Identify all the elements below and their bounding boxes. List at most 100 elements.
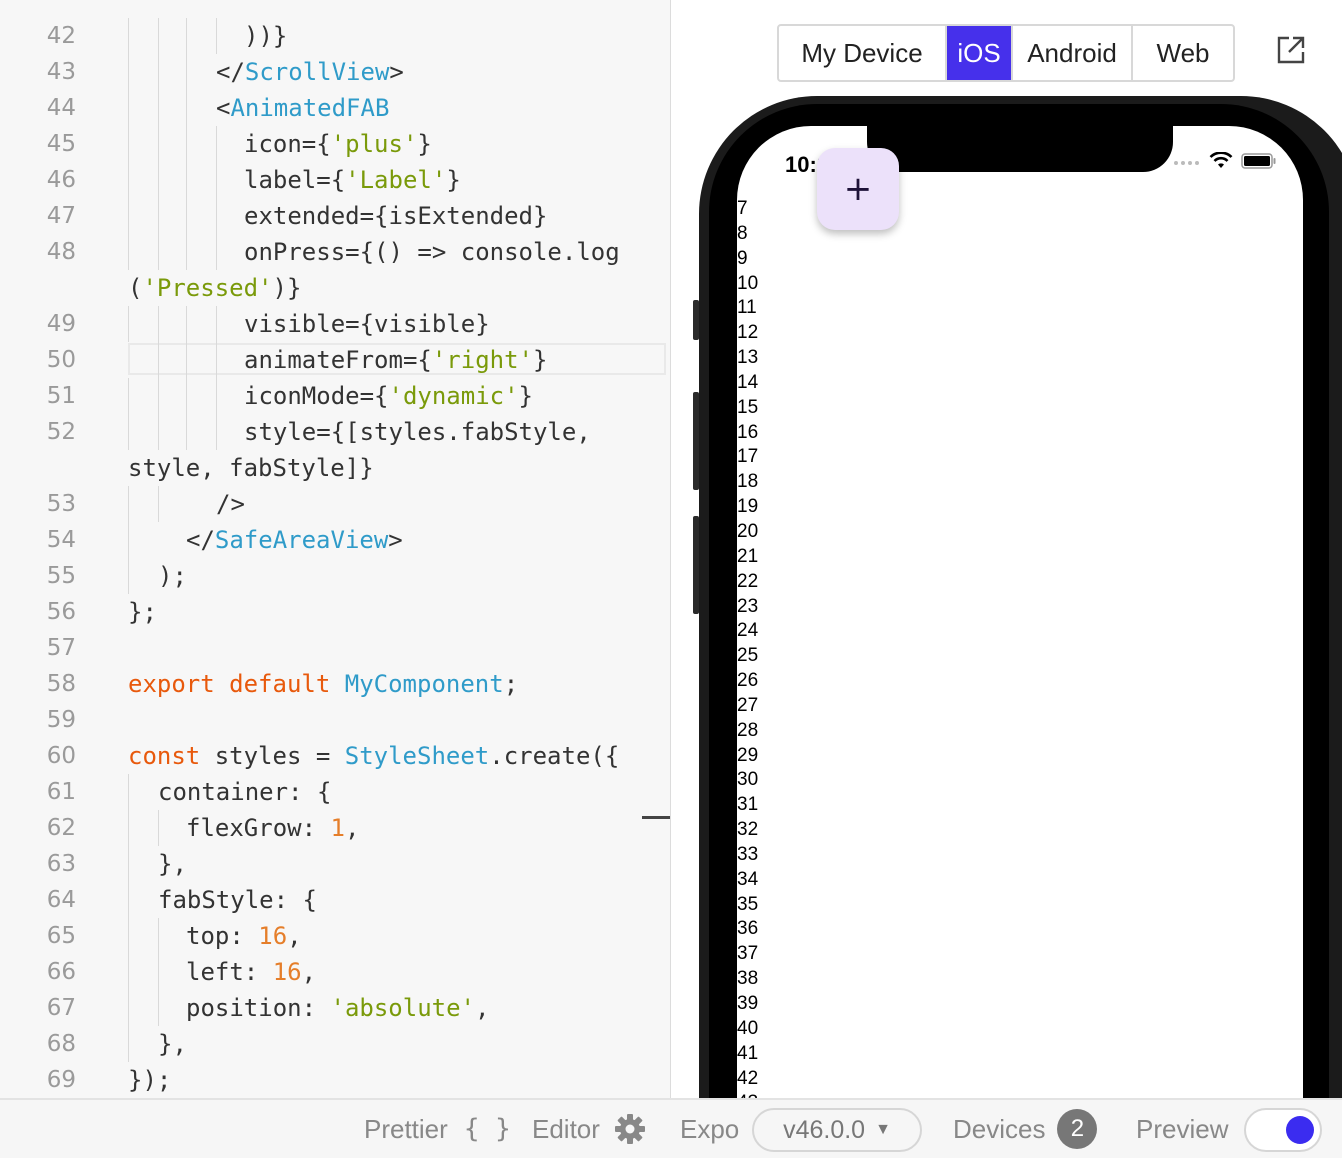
code-line[interactable]: 48 onPress={() => console.log	[0, 234, 670, 270]
animated-fab[interactable]: +	[817, 148, 899, 230]
code-line[interactable]: 68},	[0, 1026, 670, 1062]
code-line[interactable]: 66 left: 16,	[0, 954, 670, 990]
list-item: 42	[737, 1067, 759, 1089]
code-line[interactable]: 61 container: {	[0, 774, 670, 810]
editor-settings-button[interactable]: Editor	[532, 1100, 646, 1158]
code-line[interactable]: 44 <AnimatedFAB	[0, 90, 670, 126]
line-number: 50	[46, 347, 76, 373]
code-line[interactable]: 57	[0, 630, 670, 666]
indent-guide	[158, 126, 159, 162]
code-line[interactable]: style, fabStyle]}	[0, 450, 670, 486]
indent-guide	[128, 846, 129, 882]
indent-guide	[128, 54, 129, 90]
plus-icon: +	[843, 169, 873, 209]
code-text: container: {	[158, 778, 332, 806]
list-item: 12	[737, 322, 759, 344]
code-line[interactable]: 60 const styles = StyleSheet.create({	[0, 738, 670, 774]
external-link-icon[interactable]	[1275, 34, 1307, 66]
pane-resize-handle[interactable]	[642, 816, 670, 819]
editor-label: Editor	[532, 1113, 600, 1144]
code-text: style={[styles.fabStyle,	[244, 418, 591, 446]
line-number: 62	[46, 815, 76, 841]
code-line[interactable]: 42))}	[0, 18, 670, 54]
tab-web[interactable]: Web	[1133, 26, 1233, 80]
code-line[interactable]: 67 position: 'absolute',	[0, 990, 670, 1026]
code-line[interactable]: 63},	[0, 846, 670, 882]
cellular-signal-icon	[1174, 161, 1199, 165]
code-line[interactable]: 69});	[0, 1062, 670, 1098]
code-line[interactable]: 54 </SafeAreaView>	[0, 522, 670, 558]
code-text: ('Pressed')}	[128, 274, 302, 302]
code-text: visible={visible}	[244, 310, 490, 338]
code-text: top: 16,	[186, 922, 302, 950]
line-number: 58	[46, 671, 76, 697]
code-text: </SafeAreaView>	[186, 526, 403, 554]
tab-my-device[interactable]: My Device	[779, 26, 947, 80]
code-text: label={'Label'}	[244, 166, 461, 194]
list-item: 34	[737, 868, 759, 890]
list-item: 41	[737, 1042, 759, 1064]
list-item: 29	[737, 744, 759, 766]
code-line[interactable]: ('Pressed')}	[0, 270, 670, 306]
code-line[interactable]: 58 export default MyComponent;	[0, 666, 670, 702]
code-line[interactable]: 43 </ScrollView>	[0, 54, 670, 90]
indent-guide	[216, 198, 217, 234]
code-text: iconMode={'dynamic'}	[244, 382, 533, 410]
indent-guide	[128, 486, 129, 522]
tab-android[interactable]: Android	[1013, 26, 1133, 80]
code-line[interactable]: 46 label={'Label'}	[0, 162, 670, 198]
list-item: 15	[737, 396, 759, 418]
code-line[interactable]: 49 visible={visible}	[0, 306, 670, 342]
scroll-list[interactable]: 7 8 9 10 11 12 13 14 15 16 17 18 19 20 21 22 23 24 25 26 27 2…	[737, 197, 758, 1098]
braces-icon: { }	[463, 1114, 511, 1144]
indent-guide	[158, 810, 159, 846]
tab-ios[interactable]: iOS	[947, 26, 1013, 80]
line-number: 51	[46, 383, 76, 409]
devices-button[interactable]: Devices 2	[953, 1100, 1098, 1158]
line-number: 66	[46, 959, 76, 985]
code-line[interactable]: 62 flexGrow: 1,	[0, 810, 670, 846]
preview-toggle[interactable]	[1244, 1108, 1322, 1152]
code-line[interactable]: 55);	[0, 558, 670, 594]
indent-guide	[186, 342, 187, 378]
sdk-version-select[interactable]: v46.0.0 ▼	[752, 1108, 922, 1152]
indent-guide	[158, 54, 159, 90]
indent-guide	[128, 954, 129, 990]
list-item: 19	[737, 496, 759, 518]
code-editor[interactable]: ‾‾ 42))} 43 </ScrollView> 44 <AnimatedFAB 45 i…	[0, 0, 671, 1098]
platform-tabs: My Device iOS Android Web	[777, 24, 1235, 82]
wifi-icon	[1209, 152, 1233, 168]
indent-guide	[128, 18, 129, 54]
code-line[interactable]: 59	[0, 702, 670, 738]
code-line[interactable]: 64 fabStyle: {	[0, 882, 670, 918]
code-line[interactable]: 50 animateFrom={'right'}	[0, 342, 670, 378]
indent-guide	[216, 162, 217, 198]
indent-guide	[216, 378, 217, 414]
code-line[interactable]: 65 top: 16,	[0, 918, 670, 954]
code-text: position: 'absolute',	[186, 994, 490, 1022]
list-item: 43	[737, 1091, 758, 1098]
indent-guide	[128, 774, 129, 810]
indent-guide	[186, 162, 187, 198]
line-number: 69	[46, 1067, 76, 1093]
indent-guide	[216, 234, 217, 270]
code-text: fabStyle: {	[158, 886, 317, 914]
indent-guide	[186, 306, 187, 342]
code-line[interactable]: 52 style={[styles.fabStyle,	[0, 414, 670, 450]
code-line[interactable]: 45 icon={'plus'}	[0, 126, 670, 162]
code-line[interactable]: 47 extended={isExtended}	[0, 198, 670, 234]
partial-line-number: ‾‾	[45, 0, 68, 10]
code-line[interactable]: 51 iconMode={'dynamic'}	[0, 378, 670, 414]
list-item: 14	[737, 371, 759, 393]
list-item: 24	[737, 620, 759, 642]
prettier-button[interactable]: Prettier { }	[364, 1100, 511, 1158]
list-item: 13	[737, 347, 759, 369]
code-text: const styles = StyleSheet.create({	[128, 742, 620, 770]
list-item: 18	[737, 471, 759, 493]
phone-screen[interactable]: 10:11 7 8 9 10 11 12 13 14 15 16 17 18 1…	[737, 126, 1303, 1098]
code-text: </ScrollView>	[216, 58, 404, 86]
code-line[interactable]: 56};	[0, 594, 670, 630]
indent-guide	[158, 342, 159, 378]
indent-guide	[158, 414, 159, 450]
code-line[interactable]: 53 />	[0, 486, 670, 522]
